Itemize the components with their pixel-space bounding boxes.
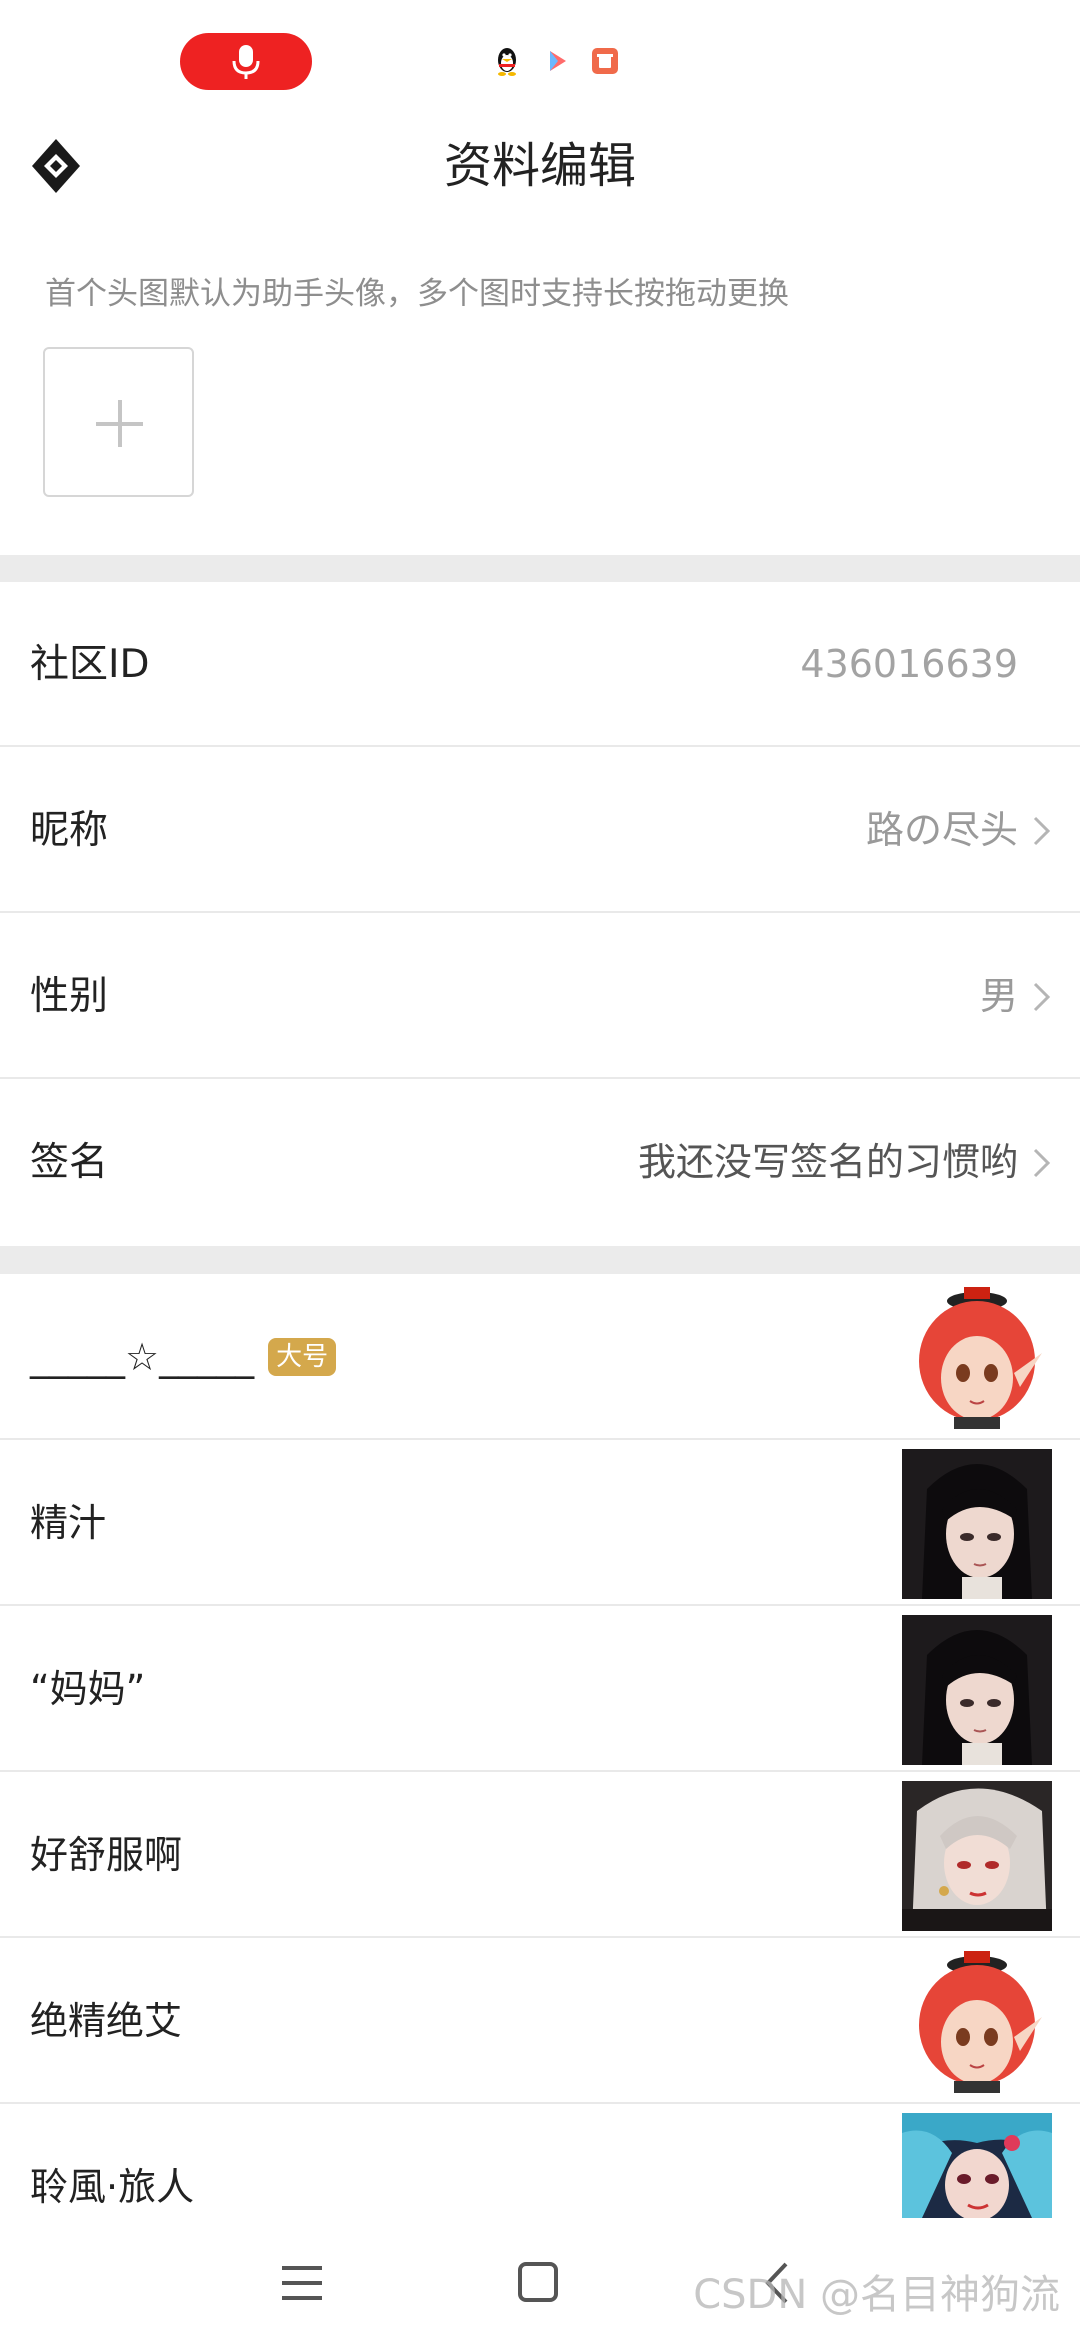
account-name: 好舒服啊 [30,1833,183,1877]
account-avatar [902,2113,1052,2218]
video-play-icon [550,51,566,71]
account-list-item[interactable]: 好舒服啊 [0,1772,1080,1938]
section-divider [0,555,1080,582]
account-list-item[interactable]: _____☆_____ 大号 [0,1274,1080,1440]
account-name: _____☆_____ [30,1335,255,1379]
page-title: 资料编辑 [443,138,636,194]
account-avatar [902,1283,1052,1433]
section-divider [0,1246,1080,1274]
account-avatar [902,1781,1052,1931]
nickname-label: 昵称 [30,808,109,853]
menu-icon[interactable] [272,2256,332,2310]
account-name: 绝精绝艾 [30,1999,183,2043]
chevron-right-icon [1033,1148,1051,1178]
community-id-row: 社区ID 436016639 [0,582,1080,747]
account-list-item[interactable]: 聆風·旅人 [0,2104,1080,2224]
watermark: CSDN @名目神狗流 [693,2272,1060,2318]
account-name: 精汁 [30,1501,107,1545]
gender-label: 性别 [30,974,109,1019]
avatar-hint-text: 首个头图默认为助手头像，多个图时支持长按拖动更换 [45,276,789,312]
microphone-icon [232,45,260,79]
signature-row[interactable]: 签名 我还没写签名的习惯哟 [0,1080,1080,1245]
main-account-badge: 大号 [268,1337,337,1376]
account-list-item[interactable]: 绝精绝艾 [0,1938,1080,2104]
gender-value: 男 [979,974,1018,1018]
account-name: “妈妈” [30,1667,146,1711]
community-id-value: 436016639 [800,642,1018,686]
home-icon[interactable] [508,2256,568,2310]
chevron-right-icon [1033,816,1051,846]
account-list-item[interactable]: 精汁 [0,1440,1080,1606]
account-avatar [902,1947,1052,2097]
chevron-right-icon [1033,982,1051,1012]
gender-row[interactable]: 性别 男 [0,914,1080,1079]
community-id-label: 社区ID [30,642,150,687]
account-list-item[interactable]: “妈妈” [0,1606,1080,1772]
nickname-value: 路の尽头 [865,808,1018,852]
voice-recording-indicator[interactable] [180,33,312,90]
account-avatar [902,1615,1052,1765]
app-notification-icon [592,48,618,74]
add-avatar-button[interactable] [43,347,194,497]
signature-label: 签名 [30,1140,109,1185]
account-avatar [902,1449,1052,1599]
signature-value: 我还没写签名的习惯哟 [637,1140,1018,1184]
status-bar [0,0,1080,120]
nickname-row[interactable]: 昵称 路の尽头 [0,748,1080,913]
qq-penguin-icon [498,48,516,76]
